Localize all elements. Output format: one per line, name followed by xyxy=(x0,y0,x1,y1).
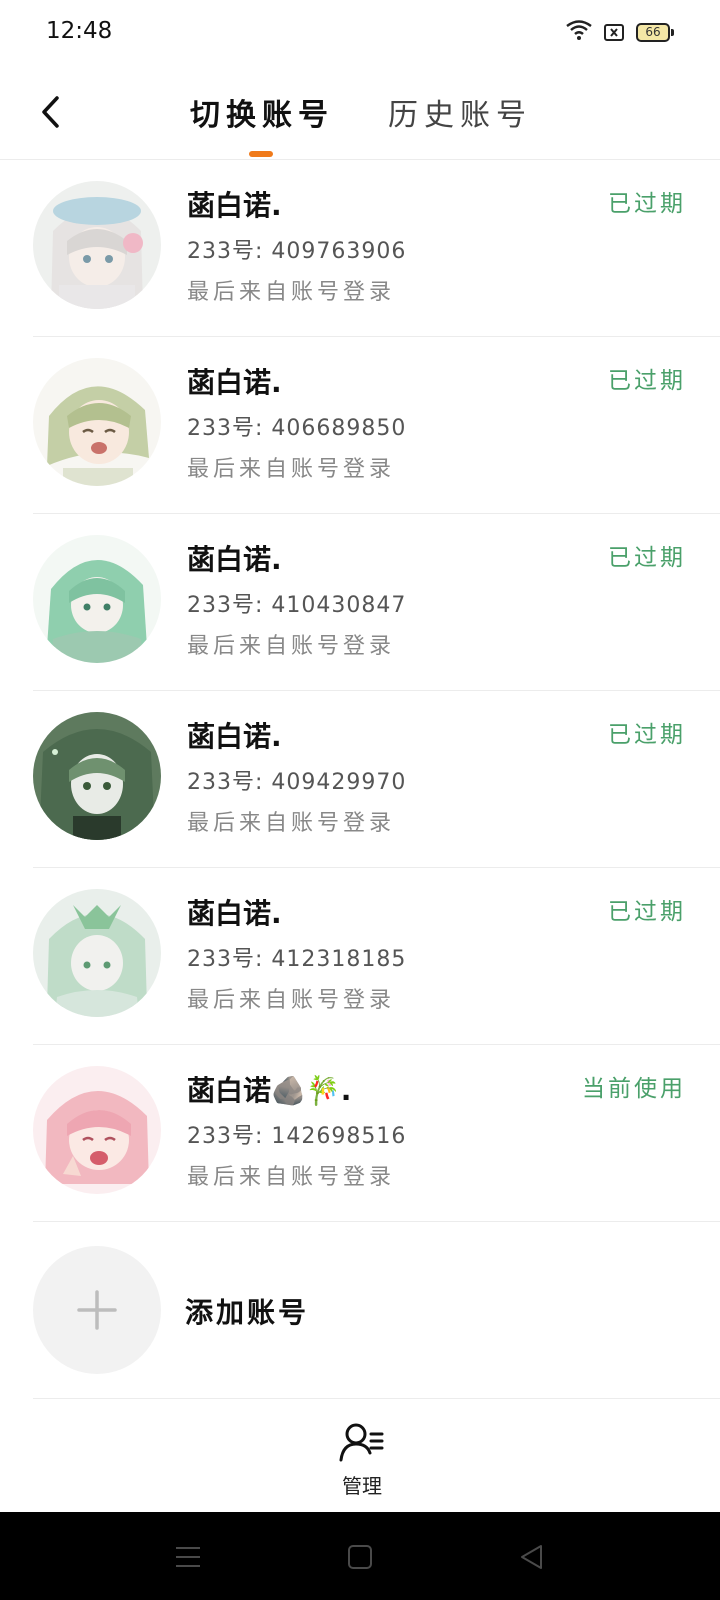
add-account-label: 添加账号 xyxy=(185,1296,310,1329)
active-tab-indicator xyxy=(249,151,273,157)
account-status-badge: 当前使用 xyxy=(582,1076,686,1102)
account-status-badge: 已过期 xyxy=(608,545,686,571)
manage-tab[interactable]: 管理 xyxy=(325,1422,399,1506)
add-account-item[interactable]: 添加账号 xyxy=(33,1222,720,1399)
menu-icon xyxy=(176,1547,200,1567)
avatar xyxy=(33,181,161,309)
account-item[interactable]: 菡白诺. 233号: 412318185 最后来自账号登录 已过期 xyxy=(33,868,720,1045)
account-uid: 233号: 412318185 xyxy=(187,947,407,972)
avatar xyxy=(33,535,161,663)
add-account-button[interactable] xyxy=(33,1246,161,1374)
account-name: 菡白诺. xyxy=(187,543,282,576)
back-nav-button[interactable] xyxy=(515,1540,549,1574)
account-name: 菡白诺. xyxy=(187,897,282,930)
user-manage-icon xyxy=(339,1423,384,1462)
account-uid: 233号: 406689850 xyxy=(187,416,407,441)
account-status-badge: 已过期 xyxy=(608,722,686,748)
account-status-badge: 已过期 xyxy=(608,368,686,394)
avatar xyxy=(33,712,161,840)
home-nav-button[interactable] xyxy=(343,1540,377,1574)
bottom-bar: 管理 xyxy=(0,1398,720,1511)
battery-icon: 66 xyxy=(636,22,674,42)
account-status-badge: 已过期 xyxy=(608,191,686,217)
status-time: 12:48 xyxy=(46,18,113,44)
account-name: 菡白诺. xyxy=(187,366,282,399)
menu-nav-button[interactable] xyxy=(171,1540,205,1574)
status-icons: 66 xyxy=(566,20,674,44)
account-last-login: 最后来自账号登录 xyxy=(187,634,396,659)
no-sim-icon xyxy=(604,23,624,41)
account-uid: 233号: 409429970 xyxy=(187,770,407,795)
account-last-login: 最后来自账号登录 xyxy=(187,457,396,482)
plus-icon xyxy=(77,1290,117,1330)
back-triangle-icon xyxy=(521,1545,542,1569)
battery-level: 66 xyxy=(636,22,670,42)
account-name: 菡白诺. xyxy=(187,189,282,222)
back-button[interactable] xyxy=(30,90,70,134)
tab-switch-account[interactable]: 切换账号 xyxy=(190,90,334,134)
account-last-login: 最后来自账号登录 xyxy=(187,811,396,836)
status-bar: 12:48 66 xyxy=(0,0,720,64)
wifi-icon xyxy=(566,20,592,44)
system-nav-bar xyxy=(0,1512,720,1600)
account-uid: 233号: 142698516 xyxy=(187,1124,407,1149)
account-item[interactable]: 菡白诺. 233号: 409429970 最后来自账号登录 已过期 xyxy=(33,691,720,868)
account-item[interactable]: 菡白诺. 233号: 410430847 最后来自账号登录 已过期 xyxy=(33,514,720,691)
chevron-left-icon xyxy=(42,96,59,128)
account-item[interactable]: 菡白诺. 233号: 406689850 最后来自账号登录 已过期 xyxy=(33,337,720,514)
account-last-login: 最后来自账号登录 xyxy=(187,280,396,305)
home-square-icon xyxy=(348,1545,372,1569)
account-uid: 233号: 409763906 xyxy=(187,239,407,264)
account-status-badge: 已过期 xyxy=(608,899,686,925)
account-last-login: 最后来自账号登录 xyxy=(187,988,396,1013)
manage-tab-label: 管理 xyxy=(342,1474,382,1498)
account-name: 菡白诺🪨🎋. xyxy=(187,1074,352,1107)
account-item[interactable]: 菡白诺. 233号: 409763906 最后来自账号登录 已过期 xyxy=(33,160,720,337)
header: 切换账号 历史账号 xyxy=(0,64,720,160)
account-item[interactable]: 菡白诺🪨🎋. 233号: 142698516 最后来自账号登录 当前使用 xyxy=(33,1045,720,1222)
tab-history-account[interactable]: 历史账号 xyxy=(388,90,532,134)
account-last-login: 最后来自账号登录 xyxy=(187,1165,396,1190)
avatar xyxy=(33,358,161,486)
account-uid: 233号: 410430847 xyxy=(187,593,407,618)
avatar xyxy=(33,1066,161,1194)
account-list: 菡白诺. 233号: 409763906 最后来自账号登录 已过期 菡白诺. 2… xyxy=(0,160,720,1399)
account-name: 菡白诺. xyxy=(187,720,282,753)
avatar xyxy=(33,889,161,1017)
